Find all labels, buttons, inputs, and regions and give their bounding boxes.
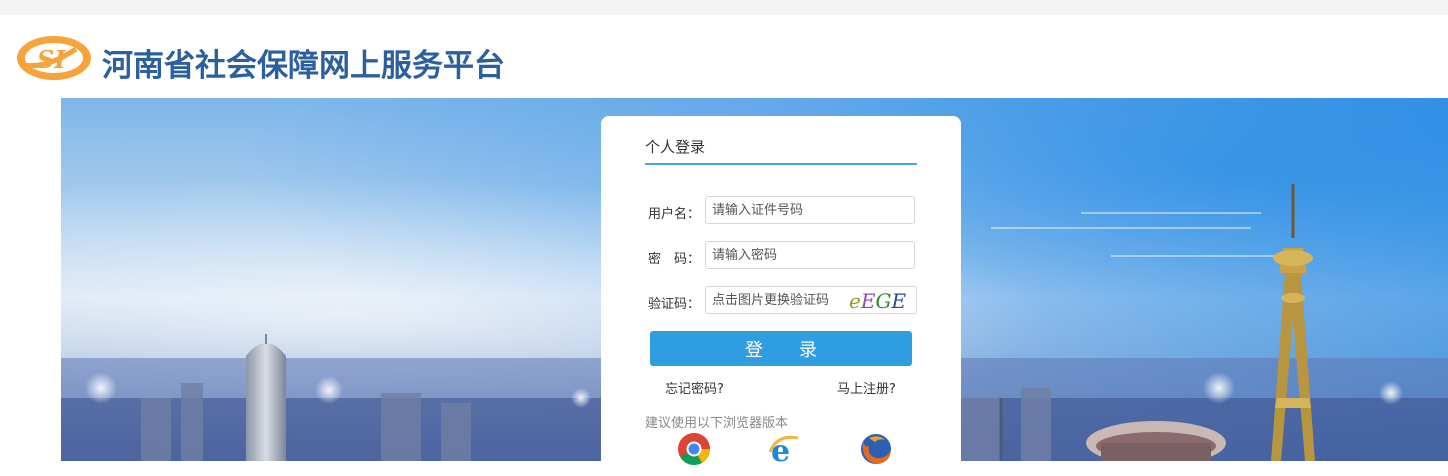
site-title: 河南省社会保障网上服务平台 — [102, 48, 505, 84]
register-link[interactable]: 马上注册? — [837, 378, 896, 397]
site-header: SI 河南省社会保障网上服务平台 — [0, 15, 1448, 98]
captcha-label: 验证码： — [648, 297, 701, 312]
forgot-password-link[interactable]: 忘记密码? — [665, 378, 724, 397]
logo-text: SI — [37, 45, 66, 74]
password-input[interactable] — [705, 241, 915, 269]
captcha-image[interactable]: eEGE — [845, 286, 917, 314]
panel-title-underline — [645, 163, 917, 165]
captcha-code: eEGE — [849, 289, 906, 313]
login-button[interactable]: 登 录 — [650, 331, 912, 366]
username-input[interactable] — [705, 196, 915, 224]
password-label: 密 码： — [648, 252, 701, 267]
username-label: 用户名： — [648, 207, 701, 222]
panel-title: 个人登录 — [645, 138, 706, 156]
browser-recommendation: 建议使用以下浏览器版本 — [645, 416, 789, 431]
login-panel: 个人登录 用户名： 密 码： 验证码： eEGE 登 录 忘记密码? 马上注册?… — [601, 116, 961, 476]
top-strip — [0, 0, 1448, 15]
si-logo-icon: SI — [17, 36, 91, 80]
captcha-input[interactable] — [705, 286, 845, 314]
